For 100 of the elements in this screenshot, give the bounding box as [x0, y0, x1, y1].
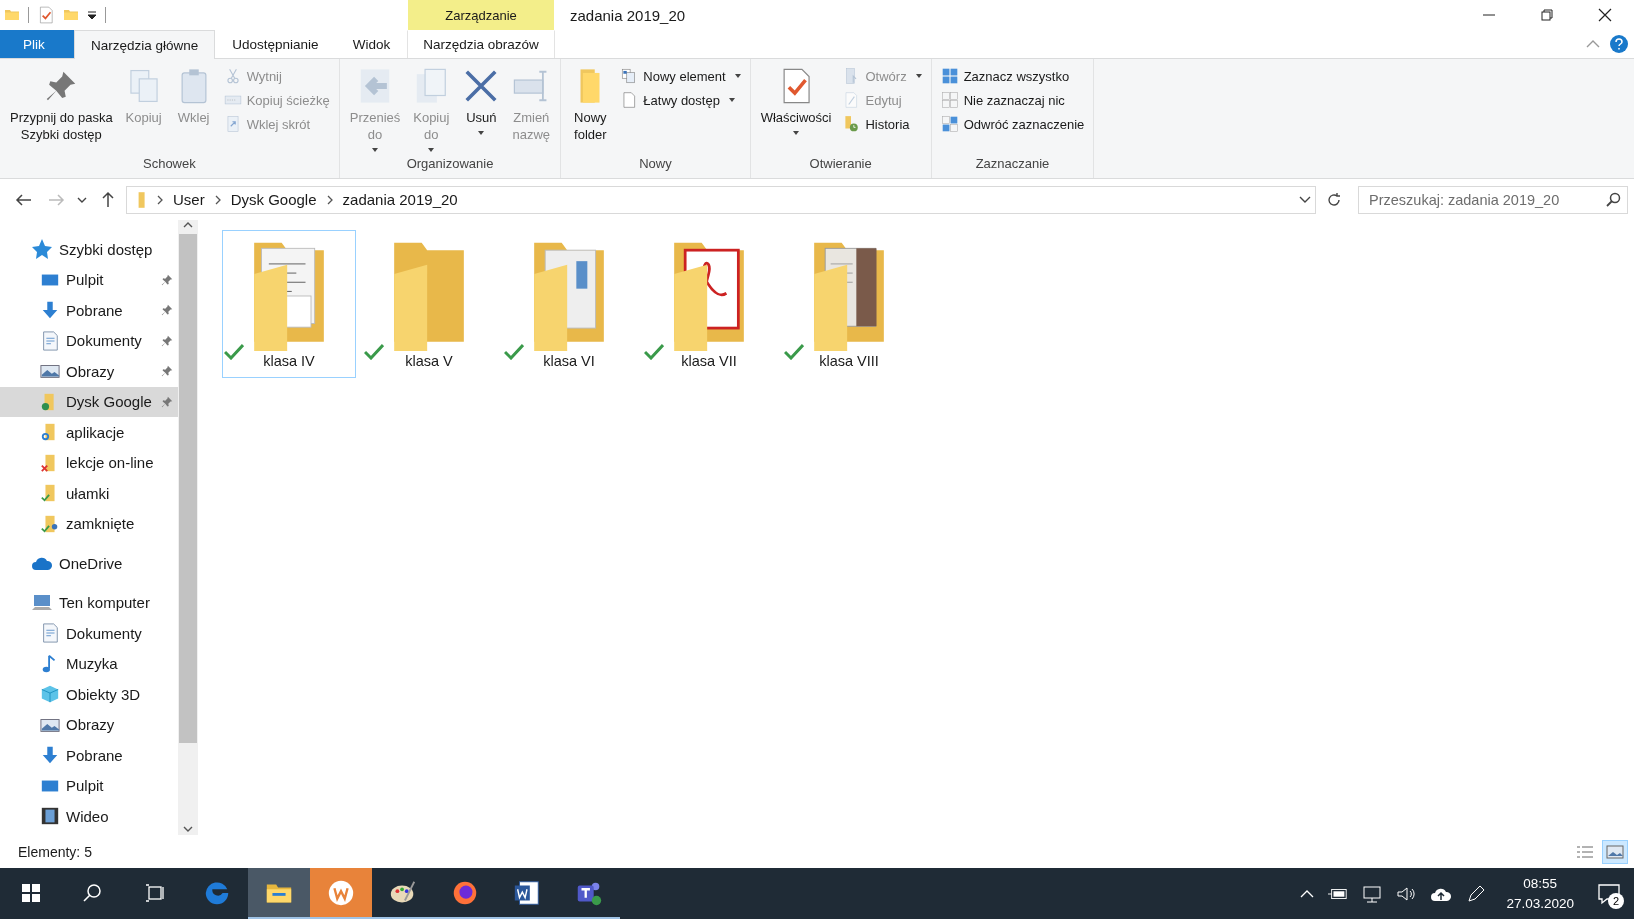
sidebar-item[interactable]: OneDrive [0, 548, 178, 579]
group-label: Otwieranie [808, 156, 873, 173]
folder-name: klasa VIII [819, 353, 879, 369]
chevron-up-icon[interactable] [1300, 888, 1315, 899]
ribbon-button[interactable]: Zaznacz wszystko [937, 65, 1088, 87]
sidebar-item[interactable]: Dokumenty [0, 325, 178, 356]
sidebar-item[interactable]: Pobrane [0, 740, 178, 771]
breadcrumb-link[interactable]: User [173, 191, 205, 208]
dropdown-caret-icon[interactable] [728, 98, 735, 102]
cube-icon [40, 684, 60, 705]
folder-item[interactable]: klasa VI [502, 230, 636, 378]
scrollbar[interactable] [178, 220, 198, 835]
dropdown-caret-icon[interactable] [478, 131, 485, 135]
sidebar-item[interactable]: ułamki [0, 478, 178, 509]
clock-time[interactable]: 08:55 [1523, 873, 1558, 894]
folder-icon [40, 513, 60, 534]
folder-name: klasa VI [543, 353, 595, 369]
ribbon-tab[interactable]: Udostępnianie [215, 30, 336, 58]
large-icons-view-button[interactable] [1602, 839, 1628, 864]
address-field[interactable]: User Dysk Google zadania 2019_20 [126, 185, 1316, 214]
close-icon [1598, 8, 1612, 22]
sidebar-item[interactable]: lekcje on-line [0, 447, 178, 478]
checked-document-icon[interactable] [37, 6, 55, 24]
breadcrumb-link[interactable]: Dysk Google [230, 191, 317, 208]
ribbon-button[interactable]: Usuń [458, 63, 505, 156]
film-icon [40, 806, 60, 827]
group-label: Organizowanie [405, 156, 495, 173]
group-label: Nowy [638, 156, 673, 173]
scrollbar-thumb[interactable] [179, 234, 197, 743]
message-icon [1597, 882, 1621, 905]
sidebar-item[interactable]: Pobrane [0, 295, 178, 326]
ribbon-tab[interactable]: Narzędzia główne [74, 30, 216, 59]
chevron-icon[interactable] [155, 193, 165, 206]
sidebar-item[interactable]: aplikacje [0, 417, 178, 448]
refresh-icon [1326, 191, 1342, 208]
folder-item[interactable]: klasa IV [222, 230, 356, 378]
download-icon [40, 745, 60, 766]
volume-icon[interactable] [1396, 884, 1417, 903]
ribbon-button[interactable]: Odwróć zaznaczenie [937, 113, 1088, 135]
windows-logo-icon [21, 882, 41, 903]
sidebar-item[interactable]: Muzyka [0, 648, 178, 679]
document-icon [40, 330, 60, 351]
ribbon-button[interactable]: Nie zaznaczaj nic [937, 89, 1088, 111]
folder-name: klasa V [405, 353, 453, 369]
dropdown-caret-icon[interactable] [1299, 195, 1311, 204]
context-tab-group: Zarządzanie [408, 0, 554, 30]
pin-icon [160, 394, 174, 409]
ribbon-button[interactable]: Łatwy dostęp [617, 89, 744, 111]
folder-item[interactable]: klasa VIII [782, 230, 916, 378]
question-mark-icon [1613, 38, 1625, 50]
sidebar-item[interactable]: Dokumenty [0, 618, 178, 649]
notification-count: 2 [1608, 892, 1624, 909]
sidebar-item[interactable]: Wideo [0, 801, 178, 832]
list-icon [1576, 843, 1594, 860]
search-icon [1606, 192, 1621, 207]
group-label: Schowek [142, 156, 197, 173]
ribbon-tab[interactable]: Narzędzia obrazów [407, 30, 555, 58]
history-icon [842, 115, 861, 133]
sidebar-item[interactable]: Dysk Google [0, 386, 178, 417]
sidebar-item[interactable]: zamknięte [0, 508, 178, 539]
ribbon-tab[interactable]: Plik [0, 30, 74, 58]
pen-icon[interactable] [1466, 883, 1487, 904]
ribbon-button[interactable]: Historia [839, 113, 925, 135]
restore-icon [1541, 9, 1553, 21]
search-icon [83, 882, 103, 903]
sidebar-item[interactable]: Ten komputer [0, 587, 178, 618]
ribbon-tab[interactable]: Widok [335, 30, 408, 58]
ribbon-button[interactable]: Właściwości [756, 63, 836, 156]
caret-icon [77, 195, 87, 204]
ribbon-button[interactable]: Nowy element [617, 65, 744, 87]
ribbon-button[interactable]: Przypnij do paska Szybki dostęp [6, 63, 117, 156]
sidebar-item[interactable]: Obrazy [0, 356, 178, 387]
folder-item[interactable]: klasa VII [642, 230, 776, 378]
ribbon-button[interactable]: Nowy folder [567, 63, 614, 156]
pin-icon [160, 272, 174, 287]
picture-icon [1606, 843, 1624, 860]
sidebar-item[interactable]: Obiekty 3D [0, 679, 178, 710]
breadcrumb-link[interactable]: zadania 2019_20 [342, 191, 458, 208]
task-view-icon [145, 882, 165, 903]
sidebar-item[interactable]: Szybki dostęp [0, 234, 178, 265]
network-icon[interactable] [1362, 884, 1383, 903]
forward-arrow-icon [47, 191, 65, 208]
collapse-ribbon-icon[interactable] [1586, 39, 1600, 49]
pin-icon [160, 303, 174, 318]
sidebar-item[interactable]: Obrazy [0, 709, 178, 740]
dropdown-caret-icon[interactable] [734, 74, 741, 78]
pin-icon [160, 333, 174, 348]
clock-date[interactable]: 27.03.2020 [1506, 893, 1574, 914]
item-count: Elementy: 5 [18, 843, 92, 860]
download-icon [40, 300, 60, 321]
sidebar-item[interactable]: Pulpit [0, 770, 178, 801]
sidebar-item[interactable]: Pulpit [0, 264, 178, 295]
pin-icon [160, 364, 174, 379]
search-field[interactable]: Przeszukaj: zadania 2019_20 [1358, 185, 1628, 214]
group-label: Zaznaczanie [974, 156, 1051, 173]
help-button[interactable] [1610, 35, 1628, 53]
caret-icon[interactable] [87, 10, 97, 20]
folder-item[interactable]: klasa V [362, 230, 496, 378]
dropdown-caret-icon[interactable] [793, 131, 800, 135]
action-center-button[interactable]: 2 [1594, 878, 1624, 909]
